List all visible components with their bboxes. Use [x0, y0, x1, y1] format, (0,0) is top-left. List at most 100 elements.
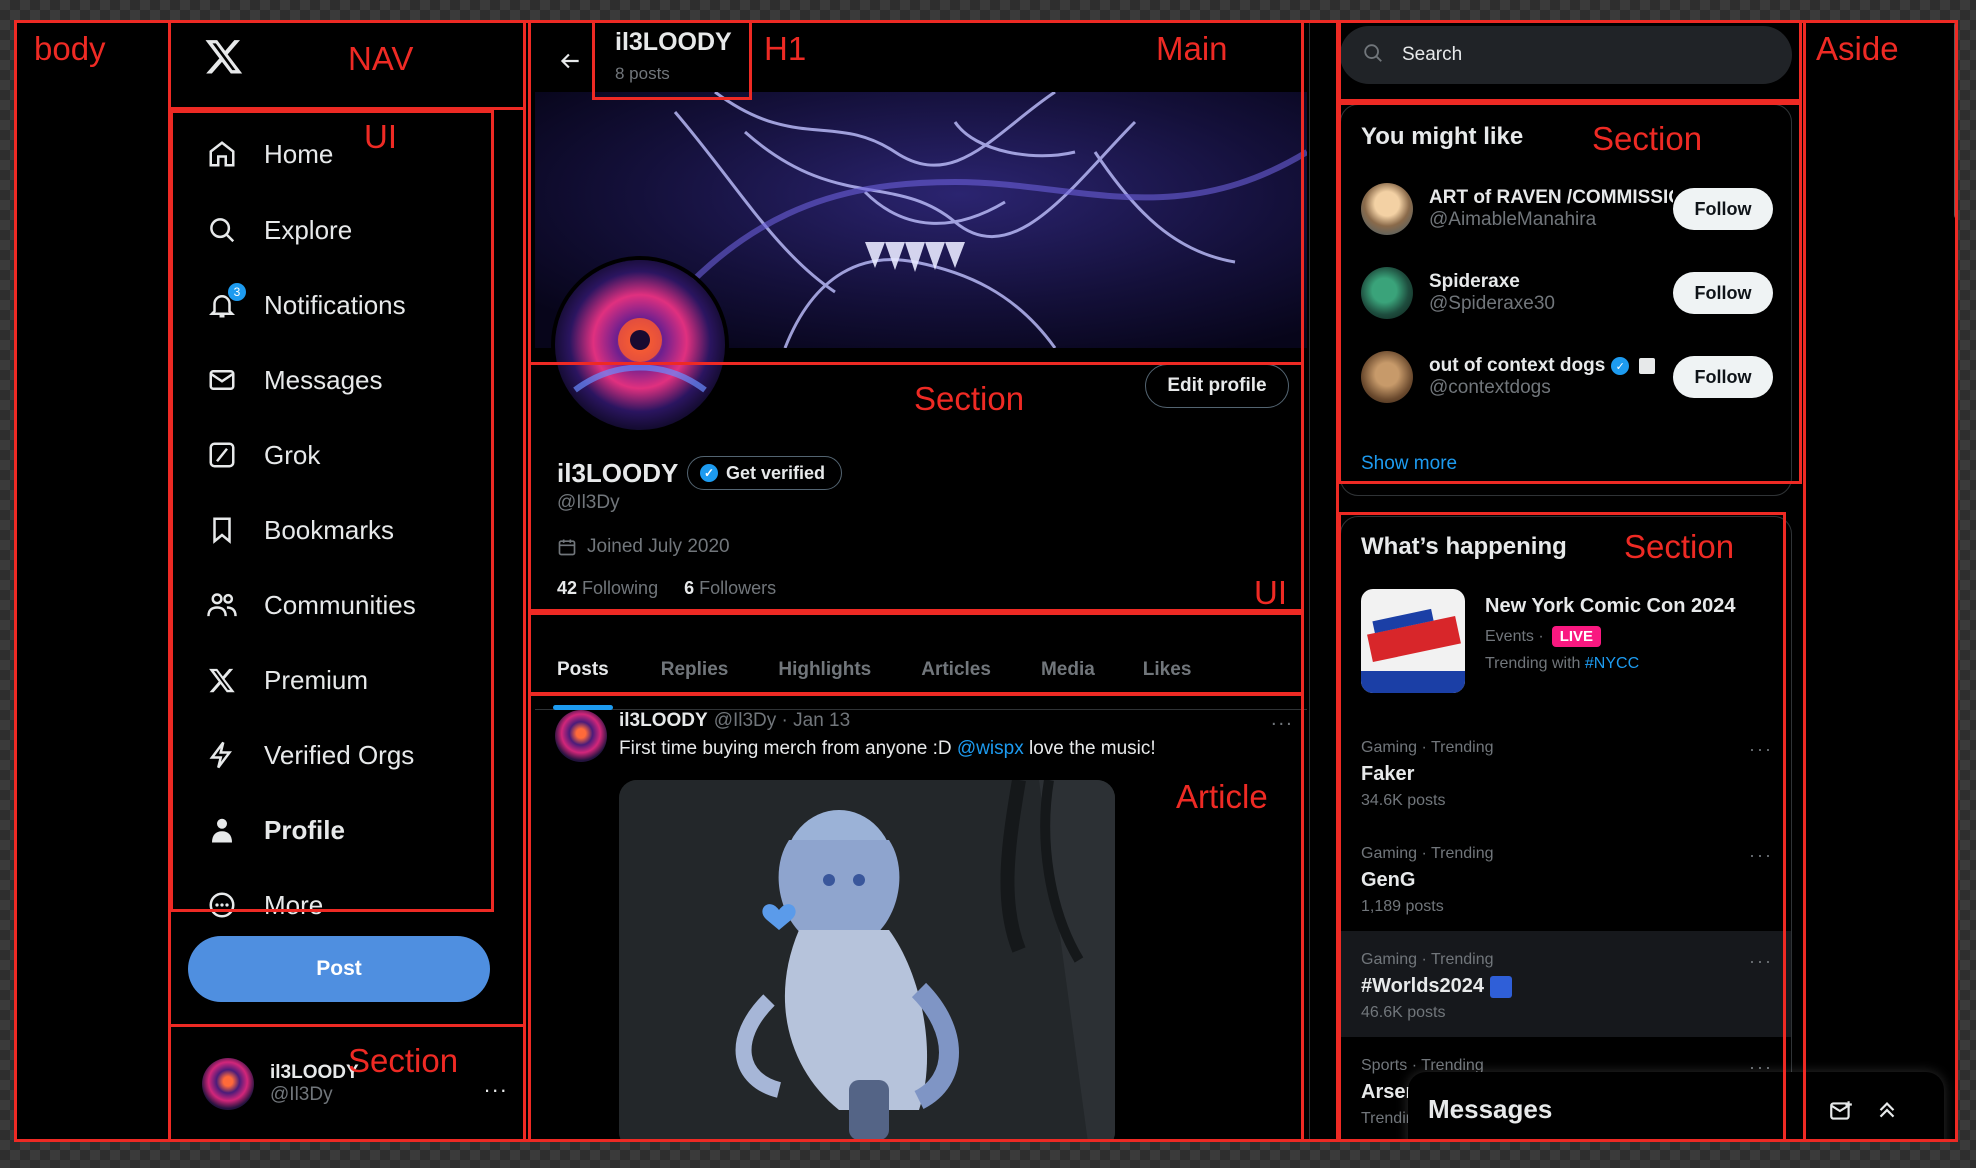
following-link[interactable]: 42 Following	[557, 578, 658, 599]
joined-date: Joined July 2020	[557, 536, 730, 558]
bell-icon: 3	[206, 283, 246, 321]
tab-replies[interactable]: Replies	[639, 630, 751, 710]
profile-handle: @Il3Dy	[557, 492, 620, 513]
tab-highlights[interactable]: Highlights	[756, 630, 893, 710]
nav-label: Profile	[264, 814, 345, 845]
nav-item-communities[interactable]: Communities	[206, 577, 416, 633]
search-icon	[1362, 42, 1384, 69]
tab-posts[interactable]: Posts	[535, 630, 631, 710]
account-more-icon[interactable]: ...	[484, 1072, 508, 1098]
nav-item-messages[interactable]: Messages	[206, 352, 383, 408]
trend-count: 1,189 posts	[1361, 898, 1444, 915]
x-logo-icon[interactable]	[204, 36, 244, 76]
account-switcher[interactable]: il3LOODY @Il3Dy	[202, 1058, 359, 1110]
search-box[interactable]	[1340, 26, 1792, 84]
trend-meta: Gaming · Trending	[1361, 951, 1494, 968]
tweet-author-name[interactable]: il3LOODY	[619, 710, 708, 732]
search-input[interactable]	[1402, 44, 1762, 66]
suggestion-handle: @contextdogs	[1429, 377, 1551, 398]
joined-text: Joined July 2020	[587, 536, 730, 557]
messages-drawer[interactable]: Messages	[1408, 1072, 1944, 1140]
nav-label: Messages	[264, 364, 383, 395]
trends-card: What’s happening New York Comic Con 2024…	[1340, 516, 1792, 1140]
tweet-avatar[interactable]	[555, 710, 607, 762]
new-message-icon[interactable]	[1828, 1098, 1854, 1129]
who-to-follow-title: You might like	[1361, 123, 1524, 150]
featured-trend-image	[1361, 589, 1465, 693]
trend-item[interactable]: Gaming · Trending #Worlds2024 46.6K post…	[1361, 951, 1773, 1022]
followers-link[interactable]: 6 Followers	[684, 578, 776, 599]
suggestion-name: ART of RAVEN /COMMISSIONS OPEN	[1429, 187, 1673, 208]
tab-media[interactable]: Media	[1019, 630, 1117, 710]
follow-button[interactable]: Follow	[1673, 272, 1773, 314]
lightning-icon	[206, 739, 238, 771]
profile-avatar[interactable]	[551, 256, 729, 434]
bookmark-icon	[206, 514, 238, 546]
trend-item[interactable]: Gaming · Trending Faker 34.6K posts ···	[1361, 739, 1773, 810]
notification-badge: 3	[228, 283, 246, 301]
follow-stats: 42 Following 6 Followers	[557, 578, 776, 599]
trending-with-label: Trending with	[1485, 655, 1581, 672]
follow-button[interactable]: Follow	[1673, 356, 1773, 398]
follow-suggestion[interactable]: Spideraxe @Spideraxe30 Follow	[1361, 267, 1773, 319]
tweet-image[interactable]	[619, 780, 1115, 1140]
nav-item-verified-orgs[interactable]: Verified Orgs	[206, 727, 414, 783]
trend-name: #Worlds2024	[1361, 975, 1485, 997]
avatar	[1361, 183, 1413, 235]
trend-more-icon[interactable]: ···	[1749, 845, 1773, 866]
page-title: il3LOODY	[615, 28, 732, 56]
back-arrow-icon[interactable]	[557, 48, 583, 81]
verified-badge-icon: ✓	[1611, 357, 1630, 375]
profile-tabs: Posts Replies Highlights Articles Media …	[535, 630, 1307, 710]
avatar	[1361, 267, 1413, 319]
follow-suggestion[interactable]: ART of RAVEN /COMMISSIONS OPEN @AimableM…	[1361, 183, 1773, 235]
nav-item-grok[interactable]: Grok	[206, 427, 320, 483]
nav-item-profile[interactable]: Profile	[206, 802, 345, 858]
verified-badge-icon: ✓	[700, 464, 718, 482]
post-button[interactable]: Post	[188, 936, 490, 1002]
tab-likes[interactable]: Likes	[1121, 630, 1214, 710]
worlds-trophy-icon	[1490, 975, 1513, 998]
nav-item-notifications[interactable]: 3 Notifications	[206, 277, 406, 333]
mention-link[interactable]: @wispx	[957, 738, 1024, 759]
trend-more-icon[interactable]: ···	[1749, 951, 1773, 972]
trend-more-icon[interactable]: ···	[1749, 739, 1773, 760]
nav-label: Explore	[264, 214, 353, 245]
main-column: il3LOODY 8 posts Edit profile il3LOODY ✓…	[530, 20, 1310, 1140]
grok-icon	[206, 439, 238, 471]
nav-item-explore[interactable]: Explore	[206, 202, 352, 258]
account-handle: @Il3Dy	[270, 1084, 333, 1105]
trend-hashtag-link[interactable]: #NYCC	[1585, 655, 1639, 672]
search-icon	[206, 214, 238, 246]
left-navigation: Home Explore 3 Notifications Messages Gr…	[184, 20, 540, 1140]
post-count: 8 posts	[615, 64, 670, 83]
trend-meta: Gaming · Trending	[1361, 739, 1494, 756]
edit-profile-button[interactable]: Edit profile	[1145, 364, 1289, 408]
get-verified-button[interactable]: ✓ Get verified	[687, 456, 843, 490]
nav-label: More	[264, 889, 324, 920]
nav-item-premium[interactable]: Premium	[206, 652, 368, 708]
tweet-meta: @Il3Dy · Jan 13	[713, 710, 851, 731]
messages-drawer-title: Messages	[1428, 1094, 1553, 1124]
featured-trend-name: New York Comic Con 2024	[1485, 595, 1736, 617]
live-badge: LIVE	[1551, 626, 1602, 647]
nav-item-more[interactable]: More	[206, 877, 323, 933]
scrollbar[interactable]	[1954, 20, 1956, 220]
nav-item-bookmarks[interactable]: Bookmarks	[206, 502, 394, 558]
expand-up-icon[interactable]	[1874, 1096, 1900, 1127]
nav-label: Premium	[264, 664, 369, 695]
tab-articles[interactable]: Articles	[899, 630, 1013, 710]
show-more-link[interactable]: Show more	[1361, 453, 1457, 475]
suggestion-name: out of context dogs ✓	[1429, 355, 1673, 377]
avatar	[1361, 351, 1413, 403]
trend-item[interactable]: Gaming · Trending GenG 1,189 posts ···	[1361, 845, 1773, 916]
follow-suggestion[interactable]: out of context dogs ✓ @contextdogs Follow	[1361, 351, 1773, 403]
nav-item-home[interactable]: Home	[206, 126, 333, 182]
tweet-more-icon[interactable]: ...	[1271, 708, 1294, 731]
home-icon	[206, 138, 238, 170]
featured-trend[interactable]: New York Comic Con 2024 Events · LIVE Tr…	[1361, 589, 1773, 693]
trends-title: What’s happening	[1361, 533, 1567, 560]
trend-name: GenG	[1361, 869, 1416, 891]
follow-button[interactable]: Follow	[1673, 188, 1773, 230]
calendar-icon	[558, 539, 576, 556]
